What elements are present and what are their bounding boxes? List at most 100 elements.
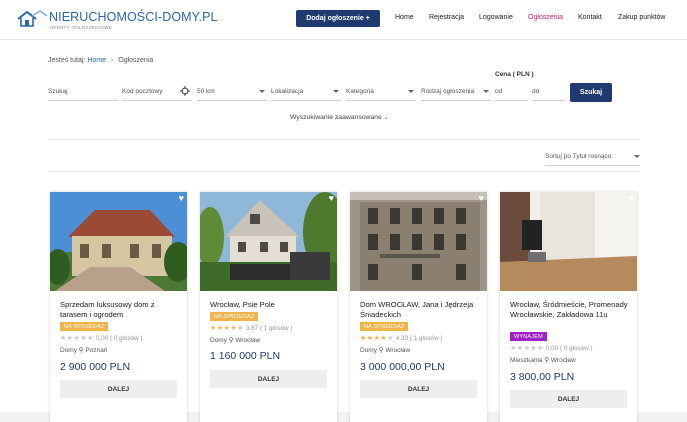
listing-photo[interactable] — [50, 192, 187, 291]
listing-badge: NA SPRZEDAŻ — [360, 322, 409, 331]
details-button[interactable]: DALEJ — [210, 370, 327, 388]
star-icon: ★ — [366, 335, 374, 342]
location-pin-icon: ⚲ — [228, 337, 234, 344]
rating-text: 4.33 ( 1 głosów ) — [395, 335, 443, 342]
nav-contact[interactable]: Kontakt — [578, 14, 602, 21]
location-pin-icon: ⚲ — [78, 347, 84, 354]
site-header: NIERUCHOMOŚCI-DOMY.PL OFERTY OGŁOSZENIOW… — [0, 0, 687, 40]
price-label: Cena ( PLN ) — [495, 71, 534, 78]
listing-title[interactable]: Sprzedam luksusowy dom z tarasem i ogrod… — [60, 300, 180, 320]
star-icon: ★ — [510, 345, 517, 352]
radius-select[interactable]: 50 km — [197, 84, 267, 101]
rating-text: 3.67 ( 1 głosów ) — [245, 325, 293, 332]
property-type: Mieszkania — [510, 357, 543, 364]
listing-photo[interactable] — [200, 192, 337, 291]
chevron-down-icon — [408, 90, 414, 93]
listing-title[interactable]: Dom WROCŁAW, Jana i Jędrzeja Śniadeckich — [360, 300, 480, 320]
location-pin-icon: ⚲ — [544, 357, 550, 364]
breadcrumb-prefix: Jesteś tutaj: — [48, 57, 86, 64]
star-icon: ★ — [537, 345, 544, 352]
price-from-input[interactable]: od — [495, 84, 528, 101]
breadcrumb-separator: › — [110, 57, 114, 64]
favorite-heart-icon[interactable]: ♥ — [329, 194, 334, 203]
star-icon: ★ — [66, 335, 74, 342]
star-icon: ★ — [237, 325, 244, 332]
chevron-down-icon — [259, 90, 265, 93]
star-icon: ★ — [516, 345, 524, 352]
postal-code-input[interactable]: Kod pocztowy — [122, 84, 192, 101]
favorite-heart-icon[interactable]: ♥ — [629, 194, 634, 203]
crosshair-icon[interactable] — [180, 86, 190, 96]
divider — [48, 171, 640, 172]
star-icon: ★ — [360, 335, 367, 342]
chevron-down-icon — [483, 90, 489, 93]
property-type: Domy — [360, 347, 377, 354]
listing-meta: Domy ⚲ Wrocław — [360, 346, 410, 354]
listing-meta: Mieszkania ⚲ Wrocław — [510, 356, 576, 364]
listing-city: Wrocław — [550, 357, 576, 364]
listing-badge: NA SPRZEDAŻ — [210, 312, 259, 321]
listing-card[interactable]: ♥ Sprzedam luksusowy dom z tarasem i ogr… — [50, 192, 187, 422]
details-button[interactable]: DALEJ — [360, 380, 477, 398]
chevron-down-icon — [634, 155, 640, 158]
property-type: Domy — [210, 337, 227, 344]
listing-city: Poznań — [85, 347, 108, 354]
favorite-heart-icon[interactable]: ♥ — [479, 194, 484, 203]
search-input[interactable]: Szukaj — [48, 84, 118, 101]
advanced-search-toggle[interactable]: Wyszukiwanie zaawansowane ⌄ — [290, 114, 389, 121]
nav-register[interactable]: Rejestracja — [429, 14, 464, 21]
sort-select[interactable]: Sortuj po Tytuł rosnąco — [545, 150, 640, 166]
chevron-down-icon — [333, 90, 339, 93]
breadcrumb-current: Ogłoszenia — [118, 57, 154, 64]
listing-badge: NA SPRZEDAŻ — [60, 322, 109, 331]
chevron-down-icon: ⌄ — [383, 115, 389, 121]
listing-card[interactable]: ♥ Wrocław, Psie Pole NA SPRZEDAŻ ★★★★★ 3.… — [200, 192, 337, 422]
location-select[interactable]: Lokalizacja — [271, 84, 341, 101]
listing-price: 1 160 000 PLN — [210, 350, 281, 362]
property-type: Domy — [60, 347, 77, 354]
rating-text: 0,00 ( 0 głosów ) — [95, 335, 143, 342]
listing-card[interactable]: ♥ Dom WROCŁAW, Jana i Jędrzeja Śniadecki… — [350, 192, 487, 422]
listing-title[interactable]: Wrocław, Śródmieście, Promenady Wrocławs… — [510, 300, 630, 320]
nav-buy-points[interactable]: Zakup punktów — [618, 14, 665, 21]
listing-meta: Domy ⚲ Poznań — [60, 346, 107, 354]
nav-listings[interactable]: Ogłoszenia — [528, 14, 563, 21]
listing-card[interactable]: ♥ Wrocław, Śródmieście, Promenady Wrocła… — [500, 192, 637, 422]
logo-subtitle: OFERTY OGŁOSZENIOWE — [50, 25, 113, 30]
location-pin-icon: ⚲ — [378, 347, 384, 354]
rating-stars: ★★★★★ 0,00 ( 0 głosów ) — [510, 344, 592, 352]
star-icon: ★ — [387, 335, 394, 342]
listing-city: Wrocław — [385, 347, 411, 354]
price-to-input[interactable]: do — [532, 84, 565, 101]
rating-stars: ★★★★★ 0,00 ( 0 głosów ) — [60, 334, 142, 342]
divider — [48, 139, 640, 140]
details-button[interactable]: DALEJ — [60, 380, 177, 398]
search-button[interactable]: Szukaj — [570, 83, 612, 102]
listing-price: 3 800,00 PLN — [510, 371, 575, 383]
breadcrumb-home[interactable]: Home — [87, 57, 106, 64]
rating-stars: ★★★★★ 3.67 ( 1 głosów ) — [210, 324, 292, 332]
listing-photo[interactable] — [350, 192, 487, 291]
site-logo[interactable]: NIERUCHOMOŚCI-DOMY.PL OFERTY OGŁOSZENIOW… — [16, 10, 218, 30]
details-button[interactable]: DALEJ — [510, 390, 627, 408]
nav-login[interactable]: Logowanie — [479, 14, 513, 21]
listing-price: 3 000 000,00 PLN — [360, 361, 445, 373]
listing-photo[interactable] — [500, 192, 637, 291]
rating-text: 0,00 ( 0 głosów ) — [545, 345, 593, 352]
star-icon: ★ — [60, 335, 67, 342]
listing-price: 2 900 000 PLN — [60, 361, 131, 373]
listing-city: Wrocław — [235, 337, 261, 344]
rating-stars: ★★★★★ 4.33 ( 1 głosów ) — [360, 334, 442, 342]
listing-title[interactable]: Wrocław, Psie Pole — [210, 300, 330, 310]
star-icon: ★ — [216, 325, 224, 332]
star-icon: ★ — [210, 325, 217, 332]
nav-home[interactable]: Home — [395, 14, 414, 21]
house-logo-icon — [17, 10, 48, 27]
ad-type-select[interactable]: Rodzaj ogłoszenia — [421, 84, 491, 101]
star-icon: ★ — [87, 335, 94, 342]
add-listing-button[interactable]: Dodaj ogłoszenie + — [296, 10, 380, 27]
category-select[interactable]: Kategoria — [346, 84, 416, 101]
logo-title: NIERUCHOMOŚCI-DOMY.PL — [49, 10, 218, 24]
listing-badge: WYNAJEM — [510, 332, 547, 341]
favorite-heart-icon[interactable]: ♥ — [179, 194, 184, 203]
